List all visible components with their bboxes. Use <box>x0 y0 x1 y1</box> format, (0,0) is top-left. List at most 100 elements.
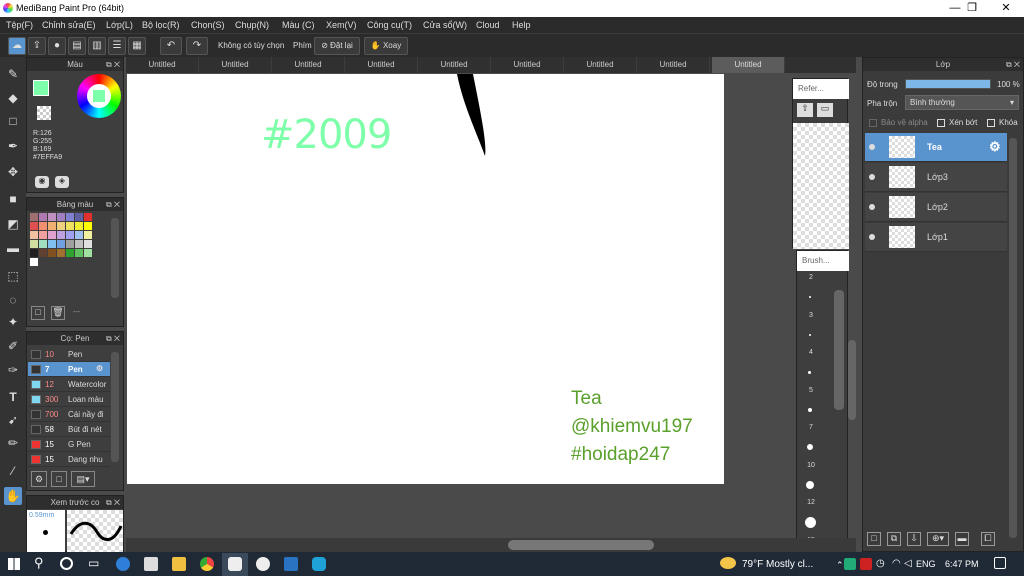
fill-rect-tool-icon[interactable]: ■ <box>4 190 22 208</box>
brush-size-option[interactable]: 5 <box>800 387 822 394</box>
windows-start-icon[interactable] <box>8 558 20 570</box>
palette-swatch[interactable] <box>66 231 74 239</box>
menu-select[interactable]: Chọn(S) <box>191 20 225 30</box>
clock[interactable]: 6:47 PM <box>945 559 979 569</box>
palette-swatch[interactable] <box>48 249 56 257</box>
layer-scrollbar[interactable] <box>1009 138 1017 538</box>
edge-icon[interactable] <box>116 557 130 571</box>
page-icon[interactable]: ▥ <box>88 37 106 55</box>
menu-color[interactable]: Màu (C) <box>282 20 315 30</box>
menu-edit[interactable]: Chỉnh sửa(E) <box>42 20 96 30</box>
visibility-icon[interactable] <box>869 144 875 150</box>
palette-swatch[interactable] <box>48 213 56 221</box>
reference-image-area[interactable] <box>793 123 849 249</box>
brush-item[interactable]: 12 Watercolor <box>28 377 110 392</box>
palette-swatch[interactable] <box>66 249 74 257</box>
panel-close-icon[interactable]: ⧉ ✕ <box>1006 58 1020 71</box>
secondary-color-swatch[interactable] <box>37 106 51 120</box>
palette-swatch[interactable] <box>30 258 38 266</box>
notification-icon[interactable] <box>994 557 1006 569</box>
antivirus-icon[interactable] <box>860 558 872 570</box>
primary-color-swatch[interactable] <box>33 80 49 96</box>
palette-swatch[interactable] <box>30 222 38 230</box>
drawing-canvas[interactable]: #2009 Tea @khiemvu197 #hoidap247 <box>127 74 724 484</box>
layer-row[interactable]: Lớp1 <box>865 223 1007 252</box>
palette-swatch[interactable] <box>30 240 38 248</box>
layer-row[interactable]: Lớp2 <box>865 193 1007 222</box>
menu-help[interactable]: Help <box>512 20 531 30</box>
size-dot[interactable] <box>809 296 811 298</box>
network-icon[interactable]: ◷ <box>876 558 885 569</box>
tab-untitled[interactable]: Untitled <box>272 57 345 73</box>
menu-file[interactable]: Tệp(F) <box>6 20 33 30</box>
list-icon[interactable]: ☰ <box>108 37 126 55</box>
palette-swatch[interactable] <box>57 249 65 257</box>
brush-size-option[interactable]: 3 <box>800 312 822 319</box>
tray-app-icon[interactable] <box>844 558 856 570</box>
palette-swatch[interactable] <box>30 249 38 257</box>
tray-expand-icon[interactable]: ⌃ <box>836 560 844 571</box>
task-view-icon[interactable]: ▭ <box>88 556 99 570</box>
palette-swatch[interactable] <box>39 240 47 248</box>
store-icon[interactable] <box>144 557 158 571</box>
menu-filter[interactable]: Bộ lọc(R) <box>142 20 180 30</box>
palette-swatch[interactable] <box>39 231 47 239</box>
brush-scrollbar[interactable] <box>111 352 119 462</box>
brush-item[interactable]: 15 G Pen <box>28 437 110 452</box>
palette-swatch[interactable] <box>30 231 38 239</box>
delete-palette-icon[interactable]: 🗑 <box>51 306 65 320</box>
folder-icon[interactable]: ▭ <box>817 103 833 117</box>
new-palette-icon[interactable]: □ <box>31 306 45 320</box>
magic-wand-icon[interactable]: ✦ <box>4 313 22 331</box>
palette-swatch[interactable] <box>84 231 92 239</box>
tab-untitled[interactable]: Untitled <box>199 57 272 73</box>
palette-swatch[interactable] <box>84 213 92 221</box>
cortana-icon[interactable] <box>60 557 73 570</box>
size-dot[interactable] <box>807 444 813 450</box>
merge-layer-icon[interactable]: ⇩ <box>907 532 921 546</box>
palette-swatch[interactable] <box>57 231 65 239</box>
move-tool-icon[interactable]: ✥ <box>4 163 22 181</box>
message-icon[interactable]: ▤ <box>68 37 86 55</box>
palette-add-icon[interactable]: ◉ <box>35 176 49 188</box>
panel-close-icon[interactable]: ⧉ ✕ <box>106 58 120 71</box>
grid-icon[interactable]: ▦ <box>128 37 146 55</box>
weather-icon[interactable] <box>720 557 736 569</box>
select-rect-icon[interactable]: ⬚ <box>4 267 22 285</box>
search-icon[interactable]: ⚲ <box>34 555 44 571</box>
menu-capture[interactable]: Chụp(N) <box>235 20 269 30</box>
tab-untitled[interactable]: Untitled <box>126 57 199 73</box>
rotate-button[interactable]: ✋ Xoay <box>364 37 408 55</box>
tab-untitled[interactable]: Untitled <box>345 57 418 73</box>
palette-swatch[interactable] <box>48 222 56 230</box>
hscroll-thumb[interactable] <box>508 540 654 550</box>
language-indicator[interactable]: ENG <box>916 559 936 569</box>
volume-icon[interactable]: ◁ <box>904 558 912 569</box>
brush-size-option[interactable]: 4 <box>800 349 822 356</box>
palette-swatch[interactable] <box>66 240 74 248</box>
gradient-tool-icon[interactable]: ▬ <box>4 239 22 257</box>
palette-swatch[interactable] <box>57 213 65 221</box>
palette-swatch[interactable] <box>84 240 92 248</box>
new-layer-icon[interactable]: □ <box>867 532 881 546</box>
maximize-button[interactable]: ❐ <box>955 0 989 17</box>
brush-size-option[interactable]: 7 <box>800 424 822 431</box>
lasso-icon[interactable]: ◌ <box>4 291 22 309</box>
brush-item[interactable]: 15 Dang nhu <box>28 452 110 467</box>
alpha-protect-checkbox[interactable] <box>869 119 877 127</box>
size-dot[interactable] <box>808 371 811 374</box>
wifi-icon[interactable]: ◠ <box>892 558 901 569</box>
size-dot[interactable] <box>808 408 812 412</box>
tab-untitled[interactable]: Untitled <box>564 57 637 73</box>
brush-menu-icon[interactable]: ▤▾ <box>71 471 95 487</box>
comment-icon[interactable]: ● <box>48 37 66 55</box>
palette-swatch[interactable] <box>57 222 65 230</box>
palette-swatch[interactable] <box>30 213 38 221</box>
blend-mode-select[interactable]: Bình thường ▾ <box>905 95 1019 110</box>
palette-swatch[interactable] <box>66 222 74 230</box>
brush-size-option[interactable]: 10 <box>800 462 822 469</box>
palette-swatch[interactable] <box>48 240 56 248</box>
brush-item-selected[interactable]: 7 Pen ⚙ <box>28 362 110 377</box>
color-wheel[interactable] <box>77 74 121 118</box>
duplicate-layer-icon[interactable]: ⧉ <box>887 532 901 546</box>
